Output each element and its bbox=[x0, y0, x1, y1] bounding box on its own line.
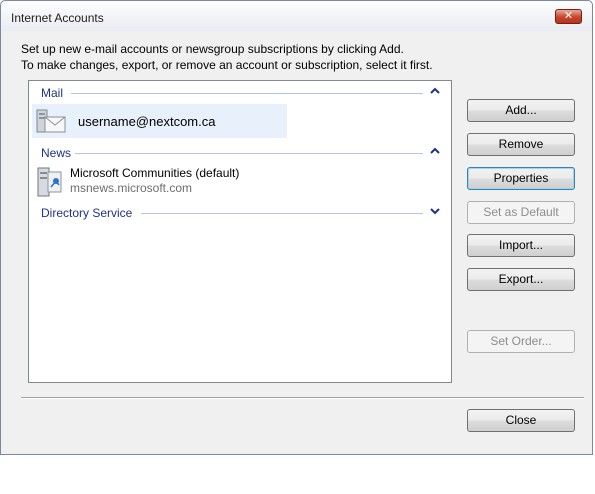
group-label-directory-service: Directory Service bbox=[41, 206, 137, 220]
news-account-name: Microsoft Communities (default) bbox=[70, 166, 240, 180]
news-server-icon bbox=[37, 167, 62, 197]
title-bar: Internet Accounts ✕ bbox=[1, 1, 592, 31]
mail-account-icon bbox=[36, 109, 66, 133]
accounts-list[interactable]: Mail username@nextcom.ca News Microsoft … bbox=[28, 80, 452, 383]
import-button[interactable]: Import... bbox=[467, 234, 575, 257]
internet-accounts-dialog: Internet Accounts ✕ Set up new e-mail ac… bbox=[0, 0, 593, 455]
group-label-news: News bbox=[41, 146, 76, 160]
group-divider bbox=[141, 213, 423, 214]
group-header-news[interactable]: News bbox=[41, 144, 443, 160]
window-title: Internet Accounts bbox=[11, 11, 104, 25]
add-button[interactable]: Add... bbox=[467, 99, 575, 122]
chevron-up-icon[interactable] bbox=[429, 145, 441, 157]
group-header-directory-service[interactable]: Directory Service bbox=[41, 204, 443, 220]
chevron-up-icon[interactable] bbox=[429, 85, 441, 97]
instruction-line-1: Set up new e-mail accounts or newsgroup … bbox=[21, 42, 404, 56]
properties-button[interactable]: Properties bbox=[467, 167, 575, 190]
group-divider bbox=[71, 93, 423, 94]
list-item-mail-account[interactable]: username@nextcom.ca bbox=[32, 104, 287, 138]
set-order-button: Set Order... bbox=[467, 330, 575, 353]
news-server-name: msnews.microsoft.com bbox=[70, 181, 193, 195]
instruction-line-2: To make changes, export, or remove an ac… bbox=[21, 58, 433, 72]
set-as-default-button: Set as Default bbox=[467, 201, 575, 224]
close-button[interactable]: Close bbox=[467, 409, 575, 432]
remove-button[interactable]: Remove bbox=[467, 133, 575, 156]
footer-divider bbox=[21, 397, 584, 399]
list-item-news-account[interactable]: Microsoft Communities (default) msnews.m… bbox=[32, 165, 332, 199]
group-divider bbox=[73, 153, 423, 154]
export-button[interactable]: Export... bbox=[467, 268, 575, 291]
close-window-button[interactable]: ✕ bbox=[555, 9, 582, 24]
mail-account-name: username@nextcom.ca bbox=[78, 114, 216, 129]
chevron-down-icon[interactable] bbox=[429, 205, 441, 217]
group-label-mail: Mail bbox=[41, 86, 68, 100]
group-header-mail[interactable]: Mail bbox=[41, 84, 443, 100]
